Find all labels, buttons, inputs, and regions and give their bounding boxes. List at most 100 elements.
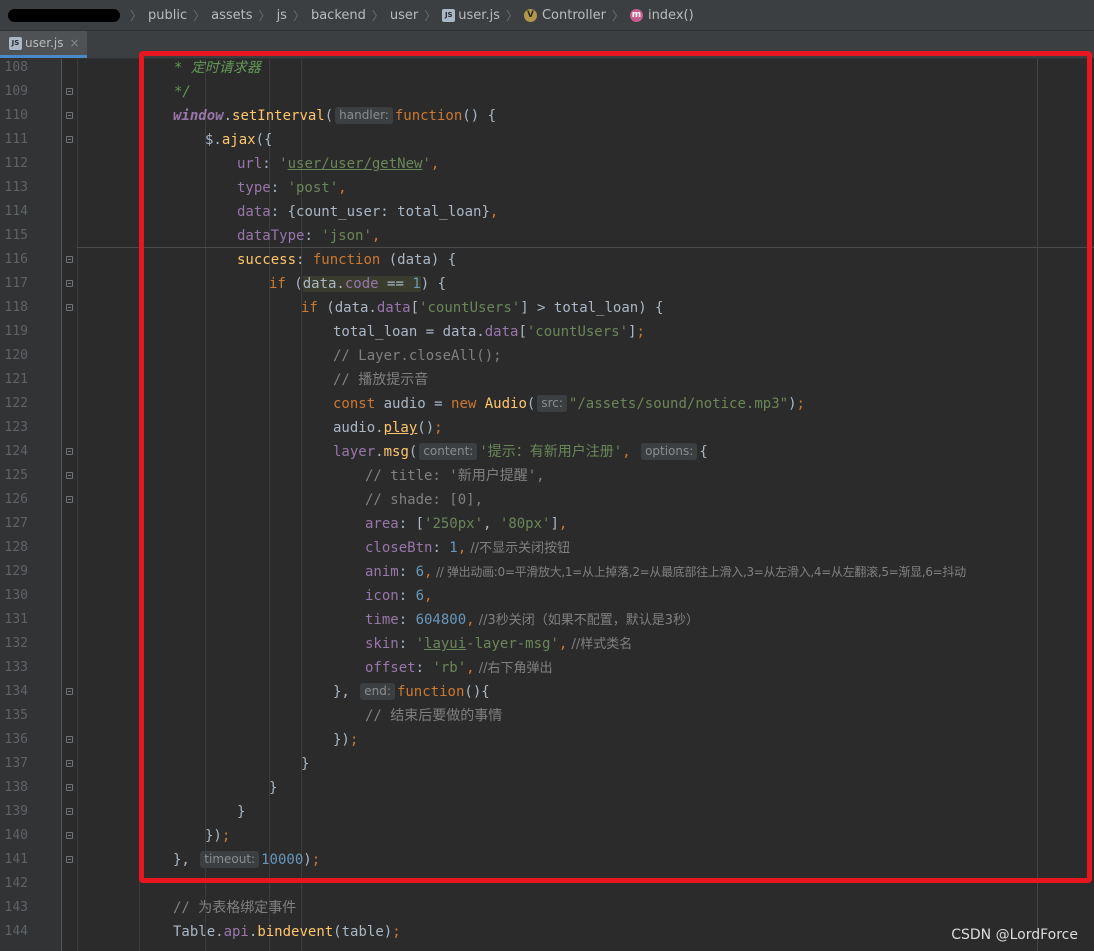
line-number: 142 [4,876,28,891]
code-line-110: window.setInterval(handler: function() { [173,107,496,124]
line-number-gutter[interactable]: 108 109 110 111 112 113 114 115 116 117 … [0,59,62,951]
chevron-right-icon: 〉 [611,8,624,23]
code-line-144: Table.api.bindevent(table); [173,924,401,940]
code-line-112: url: 'user/user/getNew', [237,156,440,172]
code-line-138: } [269,780,278,796]
line-number: 117 [4,276,28,291]
chevron-right-icon: 〉 [292,8,305,23]
line-number: 120 [4,348,28,363]
line-number: 138 [4,780,28,795]
breadcrumb: 〉 public 〉 assets 〉 js 〉 backend 〉 user … [0,0,1094,31]
breadcrumb-item-public[interactable]: public [144,8,191,23]
line-number: 115 [4,228,28,243]
line-number: 133 [4,660,28,675]
code-line-124: layer.msg(content: '提示：有新用户注册', options:{ [333,443,708,460]
line-number: 130 [4,588,28,603]
caret-row-separator [77,247,1094,248]
tab-user-js[interactable]: JS user.js × [0,31,87,58]
code-line-130: icon: 6, [365,588,433,604]
js-file-icon: JS [9,36,22,50]
code-line-135: // 结束后要做的事情 [365,708,503,724]
line-number: 114 [4,204,28,219]
line-number: 108 [4,60,28,75]
close-icon[interactable]: × [69,36,79,50]
line-number: 109 [4,84,28,99]
chevron-right-icon: 〉 [130,8,143,23]
editor-tab-bar: JS user.js × [0,31,1094,59]
watermark: CSDN @LordForce [951,927,1078,943]
code-line-128: closeBtn: 1, //不显示关闭按钮 [365,540,571,556]
code-line-115: dataType: 'json', [237,228,381,244]
breadcrumb-item-user-js[interactable]: JS user.js [438,8,504,23]
breadcrumb-item-index[interactable]: m index() [626,8,698,23]
breadcrumb-item-user[interactable]: user [386,8,422,23]
line-number: 111 [4,132,28,147]
breadcrumb-item-backend[interactable]: backend [307,8,370,23]
redacted-path [8,8,120,22]
code-line-127: area: ['250px', '80px'], [365,516,568,532]
code-line-139: } [237,804,246,820]
line-number: 136 [4,732,28,747]
line-number: 119 [4,324,28,339]
line-number: 139 [4,804,28,819]
code-line-116: success: function (data) { [237,252,457,268]
breadcrumb-label: Controller [541,7,606,23]
line-number: 143 [4,900,28,915]
code-line-125: // title: '新用户提醒', [365,468,545,484]
line-number: 118 [4,300,28,315]
tab-label: user.js [25,36,64,50]
code-line-113: type: 'post', [237,180,347,196]
code-line-109: */ [174,84,191,100]
variable-icon: V [523,8,537,22]
code-line-114: data: {count_user: total_loan}, [237,204,499,220]
code-line-137: } [301,756,310,772]
indent-guide [205,59,206,951]
line-number: 126 [4,492,28,507]
line-number: 141 [4,852,28,867]
code-line-117: if (data.code == 1) { [269,276,447,292]
code-line-119: total_loan = data.data['countUsers']; [333,324,645,340]
line-number: 127 [4,516,28,531]
line-number: 121 [4,372,28,387]
code-line-111: $.ajax({ [205,132,273,148]
param-hint: options: [641,443,698,460]
code-line-123: audio.play(); [333,420,443,436]
line-number: 132 [4,636,28,651]
line-number: 137 [4,756,28,771]
line-number: 122 [4,396,28,411]
breadcrumb-item-js[interactable]: js [273,8,291,23]
param-hint: content: [419,443,478,460]
code-line-108: * 定时请求器 [174,60,261,76]
line-number: 128 [4,540,28,555]
code-line-131: time: 604800, //3秒关闭（如果不配置，默认是3秒） [365,612,700,628]
method-icon: m [629,8,643,22]
line-number: 116 [4,252,28,267]
code-line-121: // 播放提示音 [333,372,429,388]
param-hint: end: [360,683,395,700]
code-line-129: anim: 6, // 弹出动画:0=平滑放大,1=从上掉落,2=从最底部往上滑… [365,564,966,580]
right-margin-guide [1037,59,1038,951]
chevron-right-icon: 〉 [193,8,206,23]
code-line-122: const audio = new Audio(src: "/assets/sou… [333,395,805,412]
line-number: 140 [4,828,28,843]
breadcrumb-label: user.js [458,7,500,23]
code-line-143: // 为表格绑定事件 [173,900,297,916]
code-line-133: offset: 'rb', //右下角弹出 [365,660,553,676]
line-number: 110 [4,108,28,123]
code-line-140: }); [205,828,231,844]
param-hint: timeout: [200,851,260,868]
code-line-136: }); [333,732,359,748]
chevron-right-icon: 〉 [371,8,384,23]
indent-guide [139,59,140,951]
line-number: 144 [4,924,28,939]
code-editor[interactable] [62,59,1094,951]
breadcrumb-item-controller[interactable]: V Controller [520,8,610,23]
code-line-134: }, end: function(){ [333,683,490,700]
line-number: 125 [4,468,28,483]
line-number: 112 [4,156,28,171]
line-number: 135 [4,708,28,723]
param-hint: src: [537,395,567,412]
line-number: 129 [4,564,28,579]
breadcrumb-label: index() [647,7,694,23]
breadcrumb-item-assets[interactable]: assets [207,8,256,23]
